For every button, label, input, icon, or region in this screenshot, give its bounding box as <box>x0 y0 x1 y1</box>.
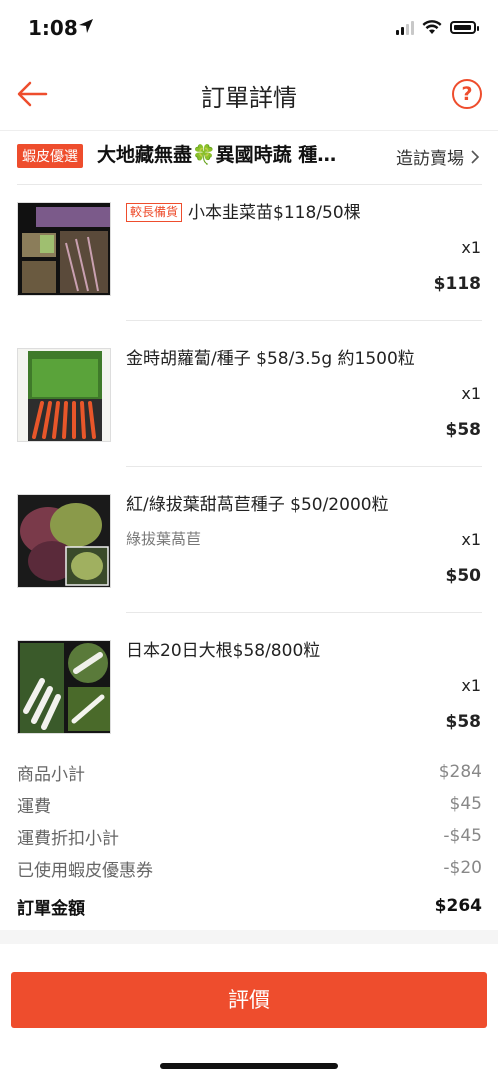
section-divider <box>0 930 498 944</box>
product-title: 較長備貨 小本韭菜苗$118/50棵 <box>126 202 481 224</box>
item-price: $58 <box>445 712 482 732</box>
help-icon[interactable]: ? <box>452 79 482 109</box>
summary-value: $45 <box>449 794 482 814</box>
item-quantity: x1 <box>461 384 481 403</box>
order-total-row: 訂單金額 $264 <box>17 890 482 922</box>
order-summary: 商品小計 $284 運費 $45 運費折扣小計 -$45 已使用蝦皮優惠券 -$… <box>17 756 482 922</box>
summary-label: 運費 <box>17 796 51 817</box>
nav-header: 訂單詳情 ? <box>0 60 498 131</box>
location-arrow-icon <box>79 19 93 33</box>
product-variant: 綠拔葉萵苣 <box>126 530 202 548</box>
product-thumbnail <box>17 348 111 442</box>
product-thumbnail <box>17 640 111 734</box>
cellular-signal-icon <box>396 20 414 35</box>
summary-row: 已使用蝦皮優惠券 -$20 <box>17 852 482 884</box>
divider <box>126 320 482 321</box>
battery-icon <box>450 21 479 34</box>
item-quantity: x1 <box>461 238 481 257</box>
divider <box>126 466 482 467</box>
summary-value: -$20 <box>443 858 482 878</box>
visit-shop-link[interactable]: 造訪賣場 <box>396 144 480 169</box>
product-title: 紅/綠拔葉甜萵苣種子 $50/2000粒 <box>126 495 389 515</box>
product-name: 小本韭菜苗$118/50棵 <box>188 203 361 223</box>
divider <box>126 612 482 613</box>
product-title: 金時胡蘿蔔/種子 $58/3.5g 約1500粒 <box>126 349 415 369</box>
product-title: 日本20日大根$58/800粒 <box>126 641 321 661</box>
summary-value: -$45 <box>443 826 482 846</box>
summary-value: $284 <box>438 762 482 782</box>
summary-row: 商品小計 $284 <box>17 756 482 788</box>
wifi-icon <box>422 20 442 34</box>
shop-row[interactable]: 蝦皮優選 大地藏無盡🍀異國時蔬 種… 造訪賣場 <box>0 132 498 184</box>
page-title: 訂單詳情 <box>201 84 297 112</box>
preferred-badge: 蝦皮優選 <box>17 144 83 168</box>
order-item[interactable]: 日本20日大根$58/800粒 x1 $58 <box>0 622 498 768</box>
summary-row: 運費 $45 <box>17 788 482 820</box>
item-quantity: x1 <box>461 530 481 549</box>
order-total-label: 訂單金額 <box>17 898 85 919</box>
order-item[interactable]: 金時胡蘿蔔/種子 $58/3.5g 約1500粒 x1 $58 <box>0 330 498 476</box>
visit-shop-label: 造訪賣場 <box>396 149 464 169</box>
order-item[interactable]: 紅/綠拔葉甜萵苣種子 $50/2000粒 綠拔葉萵苣 x1 $50 <box>0 476 498 622</box>
summary-label: 商品小計 <box>17 764 85 785</box>
summary-row: 運費折扣小計 -$45 <box>17 820 482 852</box>
summary-label: 已使用蝦皮優惠券 <box>17 860 153 881</box>
item-quantity: x1 <box>461 676 481 695</box>
summary-label: 運費折扣小計 <box>17 828 119 849</box>
product-thumbnail <box>17 494 111 588</box>
chevron-right-icon <box>471 149 480 164</box>
preorder-tag: 較長備貨 <box>126 203 183 222</box>
shop-name: 大地藏無盡🍀異國時蔬 種… <box>97 144 337 166</box>
product-thumbnail <box>17 202 111 296</box>
item-price: $50 <box>445 566 482 586</box>
order-total-value: $264 <box>434 896 482 916</box>
order-item[interactable]: 較長備貨 小本韭菜苗$118/50棵 x1 $118 <box>0 184 498 330</box>
status-time: 1:08 <box>28 16 78 40</box>
home-indicator[interactable] <box>160 1063 338 1069</box>
item-price: $118 <box>433 274 481 294</box>
rate-button[interactable]: 評價 <box>11 972 487 1028</box>
item-price: $58 <box>445 420 482 440</box>
status-bar: 1:08 <box>0 0 498 60</box>
